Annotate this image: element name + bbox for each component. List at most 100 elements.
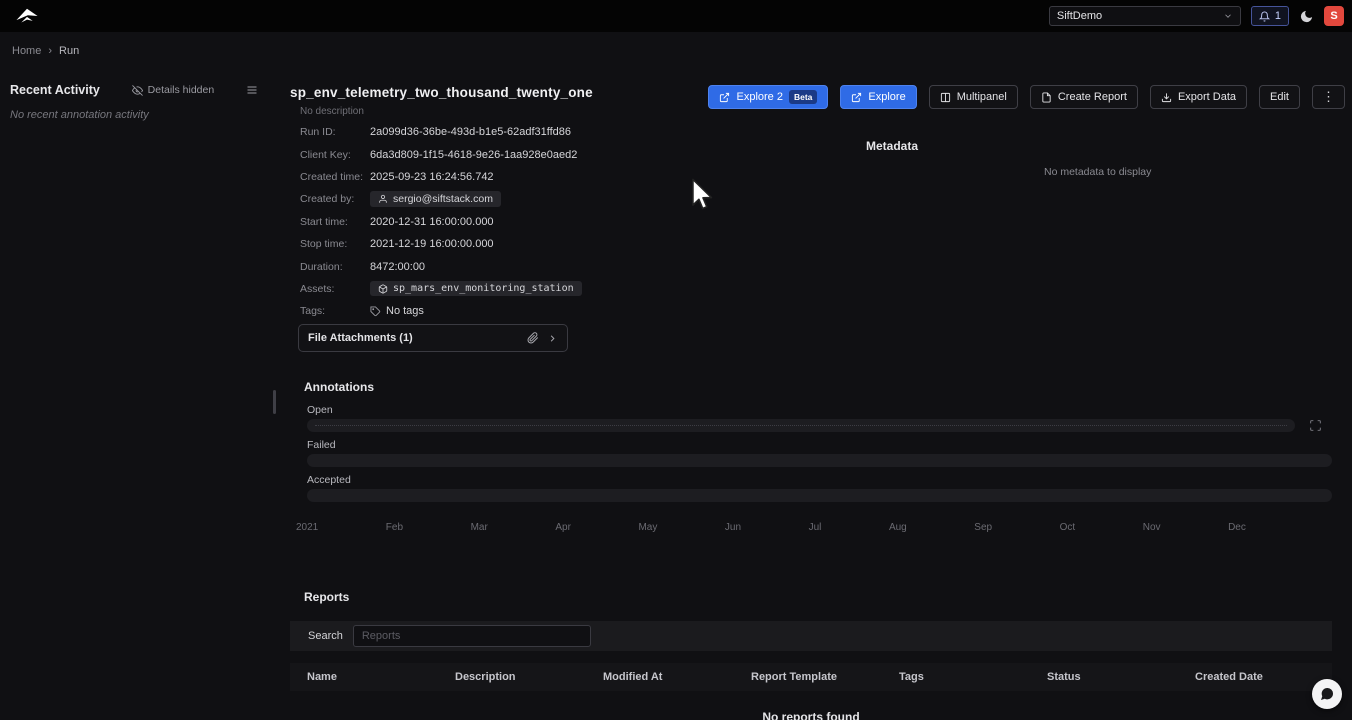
explore-button[interactable]: Explore — [840, 85, 916, 109]
timeline-tick: Jul — [809, 522, 822, 533]
download-icon — [1161, 92, 1172, 103]
notifications-button[interactable]: 1 — [1251, 6, 1289, 26]
asset-badge[interactable]: sp_mars_env_monitoring_station — [370, 281, 582, 296]
avatar[interactable]: S — [1324, 6, 1344, 26]
annotation-track-accepted[interactable] — [307, 489, 1332, 502]
timeline-tick: Sep — [974, 522, 992, 533]
detail-label: Created time: — [300, 171, 370, 183]
duration-value: 8472:00:00 — [370, 261, 425, 273]
file-attachments-button[interactable]: File Attachments (1) — [298, 324, 568, 352]
lane-label-open: Open — [307, 404, 333, 416]
breadcrumb-home[interactable]: Home — [12, 45, 41, 57]
column-header-status[interactable]: Status — [1047, 671, 1195, 683]
scrollbar-thumb[interactable] — [273, 390, 276, 414]
create-report-label: Create Report — [1058, 91, 1127, 103]
timeline-tick: Feb — [386, 522, 403, 533]
column-header-report-template[interactable]: Report Template — [751, 671, 899, 683]
notification-count: 1 — [1275, 10, 1281, 22]
detail-row-created-by: Created by: sergio@siftstack.com — [300, 188, 582, 210]
client-key-value: 6da3d809-1f15-4618-9e26-1aa928e0aed2 — [370, 149, 577, 161]
annotation-track-open[interactable] — [307, 419, 1295, 432]
mouse-cursor — [686, 177, 716, 213]
reports-empty-state: No reports found — [290, 710, 1332, 720]
lane-label-failed: Failed — [307, 439, 336, 451]
timeline-tick: Dec — [1228, 522, 1246, 533]
explore-label: Explore — [868, 91, 905, 103]
breadcrumb-separator: › — [48, 45, 52, 57]
column-header-name[interactable]: Name — [307, 671, 455, 683]
detail-label: Client Key: — [300, 149, 370, 161]
timeline-tick: May — [638, 522, 657, 533]
details-hidden-label: Details hidden — [148, 84, 215, 96]
start-time-value: 2020-12-31 16:00:00.000 — [370, 216, 494, 228]
explore2-button[interactable]: Explore 2 Beta — [708, 85, 828, 109]
metadata-empty: No metadata to display — [1044, 166, 1151, 178]
detail-row-assets: Assets: sp_mars_env_monitoring_station — [300, 278, 582, 300]
user-icon — [378, 194, 388, 204]
explore2-label: Explore 2 — [736, 91, 782, 103]
report-file-icon — [1041, 92, 1052, 103]
multipanel-label: Multipanel — [957, 91, 1007, 103]
tags-value: No tags — [386, 305, 424, 317]
reports-title: Reports — [304, 590, 349, 604]
timeline-tick: Nov — [1143, 522, 1161, 533]
timeline-axis: 2021 Feb Mar Apr May Jun Jul Aug Sep Oct… — [296, 522, 1246, 533]
expand-icon[interactable] — [1309, 419, 1322, 432]
detail-row-stop-time: Stop time: 2021-12-19 16:00:00.000 — [300, 233, 582, 255]
app-root: SiftDemo 1 S Home › Run — [0, 0, 1352, 720]
reports-search-input[interactable] — [353, 625, 591, 647]
detail-label: Tags: — [300, 305, 370, 317]
annotation-track-failed[interactable] — [307, 454, 1332, 467]
chat-bubble-icon — [1319, 686, 1335, 702]
bell-icon — [1259, 11, 1270, 22]
timeline-tick: Aug — [889, 522, 907, 533]
column-header-tags[interactable]: Tags — [899, 671, 1047, 683]
breadcrumb-run: Run — [59, 45, 79, 57]
sidebar-header: Recent Activity Details hidden — [10, 83, 258, 97]
create-report-button[interactable]: Create Report — [1030, 85, 1138, 109]
recent-activity-title: Recent Activity — [10, 83, 100, 97]
asset-box-icon — [378, 284, 388, 294]
theme-toggle[interactable] — [1299, 9, 1314, 24]
moon-icon — [1299, 9, 1314, 24]
column-header-description[interactable]: Description — [455, 671, 603, 683]
eye-off-icon — [132, 85, 143, 96]
detail-label: Start time: — [300, 216, 370, 228]
detail-row-duration: Duration: 8472:00:00 — [300, 255, 582, 277]
chat-button[interactable] — [1312, 679, 1342, 709]
created-by-badge[interactable]: sergio@siftstack.com — [370, 191, 501, 207]
tag-icon — [370, 306, 381, 317]
external-link-icon — [719, 92, 730, 103]
detail-row-run-id: Run ID: 2a099d36-36be-493d-b1e5-62adf31f… — [300, 121, 582, 143]
export-data-button[interactable]: Export Data — [1150, 85, 1247, 109]
chevron-right-icon — [547, 333, 558, 344]
detail-label: Duration: — [300, 261, 370, 273]
multipanel-icon — [940, 92, 951, 103]
metadata-title: Metadata — [866, 139, 918, 153]
beta-badge: Beta — [789, 90, 817, 104]
details-hidden-toggle[interactable]: Details hidden — [132, 84, 215, 96]
topbar: SiftDemo 1 S — [0, 0, 1352, 32]
asset-value: sp_mars_env_monitoring_station — [393, 283, 574, 294]
column-header-modified-at[interactable]: Modified At — [603, 671, 751, 683]
detail-label: Run ID: — [300, 126, 370, 138]
detail-row-client-key: Client Key: 6da3d809-1f15-4618-9e26-1aa9… — [300, 143, 582, 165]
reports-search-bar: Search — [290, 621, 1332, 651]
activity-menu-icon[interactable] — [246, 84, 258, 96]
annotations-title: Annotations — [304, 380, 374, 394]
breadcrumb: Home › Run — [12, 45, 79, 57]
edit-label: Edit — [1270, 91, 1289, 103]
file-attachments-label: File Attachments (1) — [308, 332, 527, 344]
more-actions-button[interactable]: ⋮ — [1312, 85, 1345, 109]
recent-activity-empty: No recent annotation activity — [10, 109, 149, 121]
run-title: sp_env_telemetry_two_thousand_twenty_one — [290, 85, 593, 100]
timeline-tick: Mar — [471, 522, 488, 533]
lane-label-accepted: Accepted — [307, 474, 351, 486]
reports-table-header: Name Description Modified At Report Temp… — [290, 663, 1332, 691]
edit-button[interactable]: Edit — [1259, 85, 1300, 109]
org-select[interactable]: SiftDemo — [1049, 6, 1241, 26]
search-label: Search — [308, 630, 343, 642]
detail-label: Created by: — [300, 193, 370, 205]
multipanel-button[interactable]: Multipanel — [929, 85, 1018, 109]
org-select-value: SiftDemo — [1057, 10, 1102, 22]
